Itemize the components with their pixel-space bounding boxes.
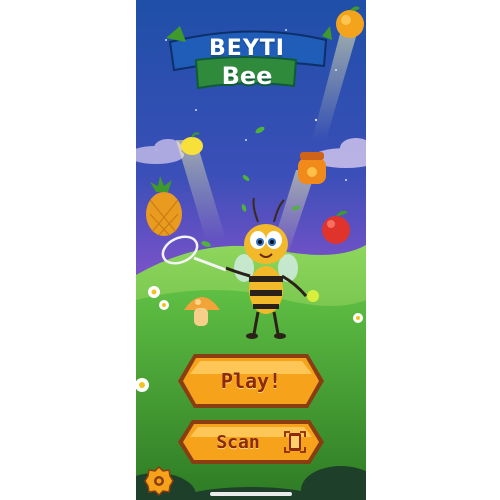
honey-jar <box>298 152 326 184</box>
home-indicator[interactable] <box>210 492 292 496</box>
tennis-ball <box>307 290 319 302</box>
scan-phone-icon <box>284 431 306 453</box>
logo-product-text: Bee <box>221 62 273 90</box>
play-button-label: Play! <box>220 369 282 393</box>
settings-gear-icon[interactable] <box>144 466 174 496</box>
scan-button[interactable]: Scan <box>176 418 326 466</box>
scan-button-label: Scan <box>216 431 260 453</box>
phone-screen: BEYTI Bee Play! Scan <box>136 0 366 500</box>
logo-brand-text: BEYTI <box>209 36 285 61</box>
game-logo: BEYTI Bee <box>162 20 332 92</box>
play-button[interactable]: Play! <box>176 352 326 410</box>
